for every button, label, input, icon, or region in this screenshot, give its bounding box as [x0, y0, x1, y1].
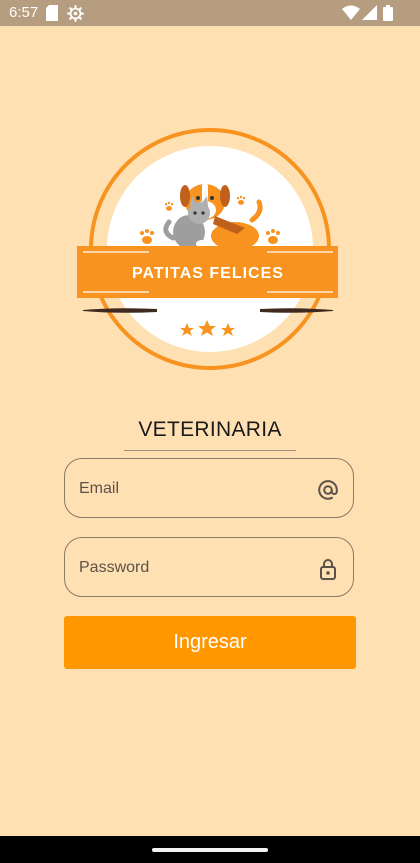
logo-ribbon: PATITAS FELICES	[77, 246, 338, 298]
brand-name: PATITAS FELICES	[132, 265, 284, 282]
email-field[interactable]	[64, 458, 354, 518]
home-gesture-handle[interactable]	[152, 848, 268, 852]
subtitle-field: VETERINARIA	[124, 416, 296, 451]
wifi-icon	[342, 5, 360, 20]
sd-card-icon	[46, 5, 58, 21]
cellular-signal-icon	[362, 5, 377, 20]
navigation-bar	[0, 836, 420, 863]
patitas-felices-logo: PATITAS FELICES	[77, 128, 338, 370]
status-bar: 6:57	[0, 0, 420, 26]
battery-icon	[383, 5, 393, 21]
lock-icon	[320, 559, 336, 580]
settings-gear-icon	[67, 5, 84, 22]
email-input[interactable]	[77, 467, 311, 511]
at-sign-icon	[318, 480, 338, 500]
subtitle-veterinaria: VETERINARIA	[138, 418, 282, 441]
password-field[interactable]	[64, 537, 354, 597]
password-input[interactable]	[77, 546, 311, 590]
status-time: 6:57	[9, 4, 39, 21]
ingresar-button[interactable]: Ingresar	[64, 616, 356, 669]
